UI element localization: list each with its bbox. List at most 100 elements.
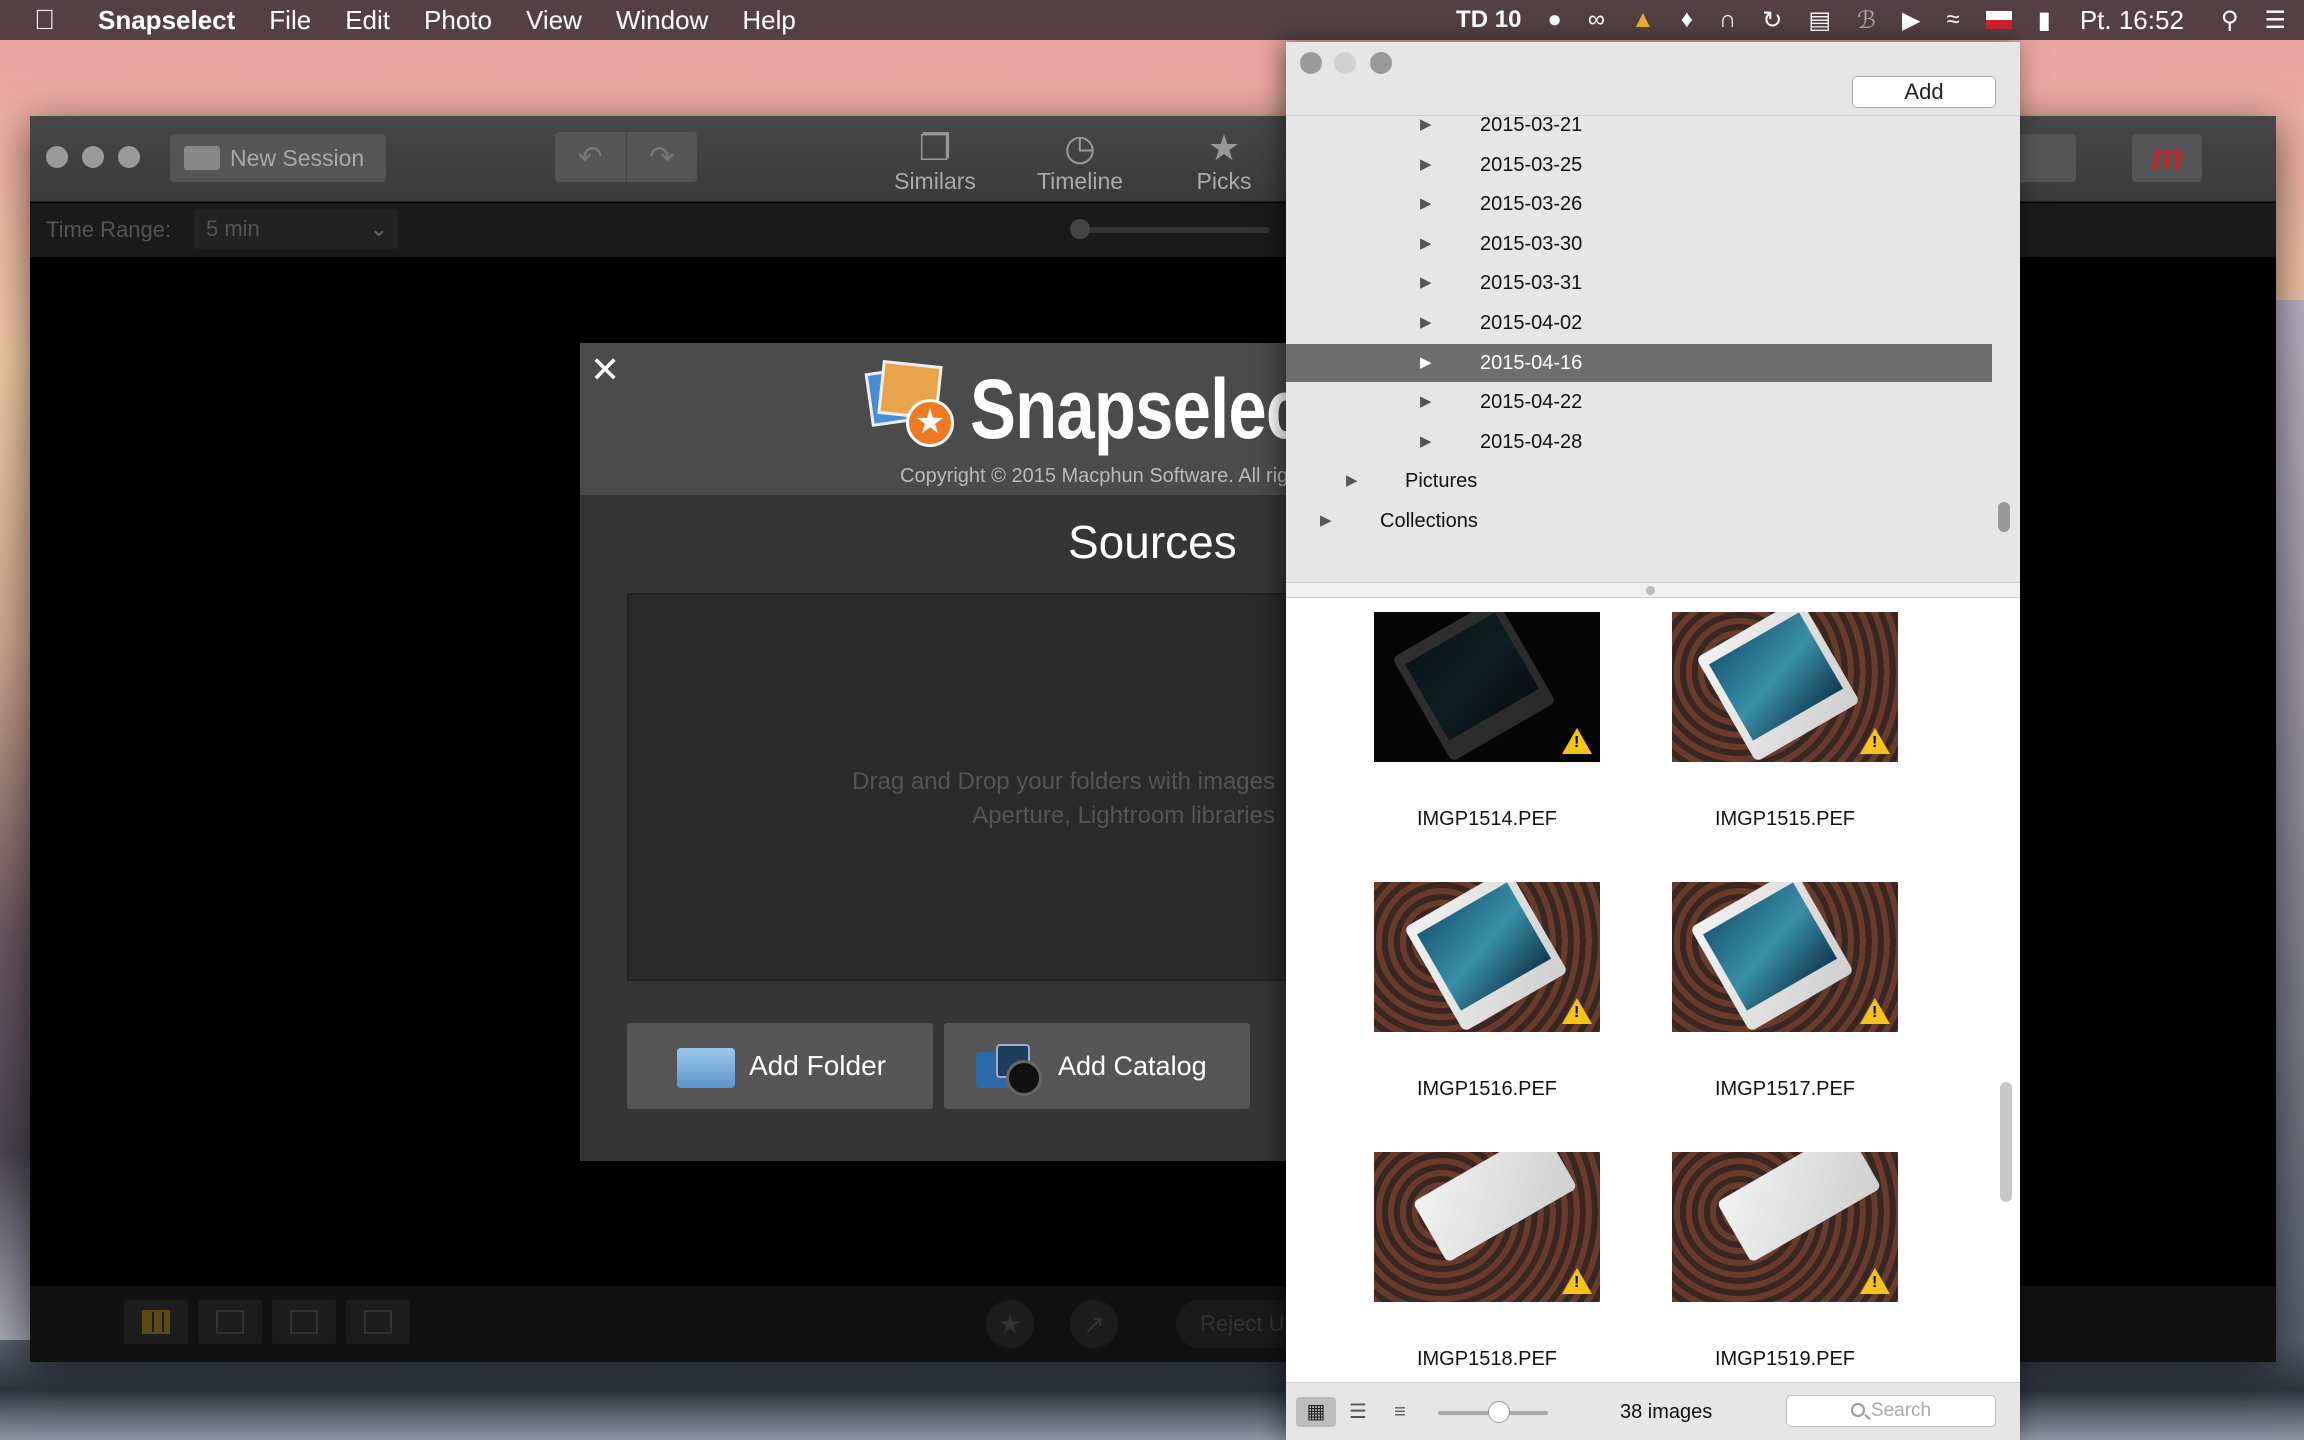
browser-zoom-slider[interactable] <box>1438 1401 1548 1423</box>
drop-hint-line1: Drag and Drop your folders with images <box>852 768 1275 795</box>
disclosure-triangle-icon[interactable]: ▶ <box>1420 423 1432 461</box>
tab-timeline[interactable]: ◷ Timeline <box>1020 127 1140 195</box>
drop-zone[interactable]: Drag and Drop your folders with images A… <box>627 593 1300 981</box>
add-catalog-label: Add Catalog <box>1058 1050 1207 1081</box>
search-input[interactable]: Search <box>1786 1395 1996 1427</box>
menu-view[interactable]: View <box>526 5 582 36</box>
apple-menu-icon[interactable]:  <box>34 4 76 36</box>
app-menu[interactable]: Snapselect <box>98 5 235 36</box>
wifi-icon[interactable]: ≈ <box>1946 6 1959 34</box>
redo-button[interactable]: ↷ <box>625 132 698 182</box>
thumbnail-size-slider[interactable] <box>1070 219 1270 239</box>
grid-view-icon[interactable]: ▦ <box>1296 1397 1336 1427</box>
browser-minimize-button[interactable] <box>1334 52 1356 74</box>
tree-row[interactable]: ▶ 2015-03-26 <box>1286 185 1992 223</box>
disclosure-triangle-icon[interactable]: ▶ <box>1420 344 1432 382</box>
list-view-icon[interactable]: ☰ <box>1338 1397 1378 1427</box>
tree-row[interactable]: ▶ 2015-04-28 <box>1286 423 1992 461</box>
slider-knob[interactable] <box>1488 1401 1510 1423</box>
disclosure-triangle-icon[interactable]: ▶ <box>1420 383 1432 421</box>
ghost-app-icon[interactable]: ● <box>1547 6 1562 34</box>
new-session-button[interactable]: New Session <box>170 134 386 182</box>
split-handle[interactable] <box>1286 582 2020 598</box>
disclosure-triangle-icon[interactable]: ▶ <box>1420 225 1432 263</box>
image-thumbnail[interactable] <box>1374 882 1600 1032</box>
disclosure-triangle-icon[interactable]: ▶ <box>1320 502 1332 540</box>
clock-icon: ◷ <box>1064 127 1096 168</box>
tree-row[interactable]: ▶ 2015-03-30 <box>1286 225 1992 263</box>
tree-row[interactable]: ▶ 2015-04-02 <box>1286 304 1992 342</box>
dialog-header: ✕ ★ Snapselect Copyright © 2015 Macphun … <box>580 343 1300 495</box>
bluetooth-icon[interactable]: ℬ <box>1857 6 1876 35</box>
td-icon[interactable]: TD 10 <box>1456 6 1521 34</box>
creative-cloud-icon[interactable]: ∞ <box>1588 6 1605 34</box>
menu-help[interactable]: Help <box>742 5 795 36</box>
grid-view-button[interactable] <box>124 1300 188 1344</box>
close-icon[interactable]: ✕ <box>590 349 620 391</box>
cone-icon[interactable]: ▲ <box>1631 6 1655 34</box>
add-button[interactable]: Add <box>1852 76 1996 108</box>
battery-icon[interactable]: ▮ <box>2038 6 2051 35</box>
undo-button[interactable]: ↶ <box>555 132 626 182</box>
tree-row[interactable]: ▶ 2015-04-16 <box>1286 343 1992 382</box>
add-folder-button[interactable]: Add Folder <box>627 1023 933 1109</box>
disclosure-triangle-icon[interactable]: ▶ <box>1420 146 1432 184</box>
compare-view-button[interactable] <box>198 1300 262 1344</box>
image-thumbnail[interactable] <box>1672 612 1898 762</box>
flag-icon[interactable] <box>1985 11 2012 29</box>
browser-bottom-bar: ▦ ☰ ≡ 38 images Search <box>1286 1382 2020 1440</box>
export-button[interactable]: ↗ <box>1070 1300 1118 1348</box>
menu-photo[interactable]: Photo <box>424 5 492 36</box>
tree-scrollbar[interactable] <box>1998 502 2010 532</box>
tab-similars[interactable]: ❐ Similars <box>875 128 995 195</box>
time-machine-icon[interactable]: ↻ <box>1762 6 1782 35</box>
tree-row[interactable]: ▶ Collections <box>1286 502 1992 540</box>
clock[interactable]: Pt. 16:52 <box>2080 5 2184 36</box>
macphun-logo-button[interactable]: m <box>2132 134 2202 182</box>
tree-row[interactable]: ▶ 2015-03-31 <box>1286 264 1992 302</box>
drop-hint-line2: Aperture, Lightroom libraries <box>972 802 1275 829</box>
menu-window[interactable]: Window <box>616 5 708 36</box>
menu-edit[interactable]: Edit <box>345 5 390 36</box>
close-window-button[interactable] <box>46 146 68 168</box>
disclosure-triangle-icon[interactable]: ▶ <box>1420 185 1432 223</box>
image-thumbnail[interactable] <box>1374 612 1600 762</box>
disclosure-triangle-icon[interactable]: ▶ <box>1420 304 1432 342</box>
time-range-select[interactable]: 5 min ⌄ <box>194 209 398 249</box>
tree-row-label: 2015-04-28 <box>1480 430 1583 453</box>
tree-row-label: 2015-04-16 <box>1480 351 1583 374</box>
add-catalog-button[interactable]: Add Catalog <box>944 1023 1250 1109</box>
detail-view-icon[interactable]: ≡ <box>1380 1397 1420 1427</box>
browser-close-button[interactable] <box>1300 52 1322 74</box>
image-thumbnail[interactable] <box>1672 1152 1898 1302</box>
spotlight-search-icon[interactable]: ⚲ <box>2221 6 2239 35</box>
notification-bell-icon[interactable]: ♦ <box>1681 6 1693 34</box>
td-count: 10 <box>1494 6 1522 33</box>
memory-icon[interactable]: ▤ <box>1808 6 1831 35</box>
histogram-button[interactable] <box>2014 134 2076 182</box>
tree-row[interactable]: ▶ 2015-03-25 <box>1286 146 1992 184</box>
menu-file[interactable]: File <box>269 5 311 36</box>
pick-star-button[interactable]: ★ <box>986 1300 1034 1348</box>
zoom-window-button[interactable] <box>118 146 140 168</box>
disclosure-triangle-icon[interactable]: ▶ <box>1420 116 1432 144</box>
notification-center-icon[interactable]: ☰ <box>2264 6 2286 35</box>
warning-icon <box>1860 728 1890 754</box>
volume-icon[interactable]: ▶ <box>1902 6 1920 35</box>
minimize-window-button[interactable] <box>82 146 104 168</box>
slider-knob[interactable] <box>1070 219 1090 239</box>
grid-scrollbar[interactable] <box>2000 1082 2012 1202</box>
disclosure-triangle-icon[interactable]: ▶ <box>1420 264 1432 302</box>
single-view-button[interactable] <box>272 1300 336 1344</box>
tree-row[interactable]: ▶ 2015-04-22 <box>1286 383 1992 421</box>
horseshoe-icon[interactable]: ∩ <box>1719 6 1736 34</box>
disclosure-triangle-icon[interactable]: ▶ <box>1346 462 1358 500</box>
side-by-side-icon <box>364 1310 392 1334</box>
browser-zoom-button[interactable] <box>1370 52 1392 74</box>
tab-picks[interactable]: ★ Picks <box>1164 128 1284 195</box>
image-thumbnail[interactable] <box>1672 882 1898 1032</box>
image-thumbnail[interactable] <box>1374 1152 1600 1302</box>
side-by-side-view-button[interactable] <box>346 1300 410 1344</box>
tree-row[interactable]: ▶ Pictures <box>1286 462 1992 500</box>
tree-row[interactable]: ▶ 2015-03-21 <box>1286 116 1992 144</box>
